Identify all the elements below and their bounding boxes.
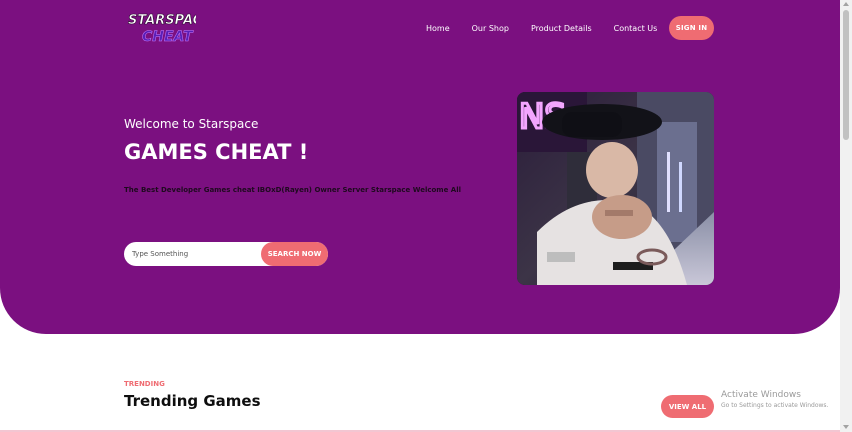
scroll-down-arrow-icon[interactable] [843, 425, 849, 429]
search-input[interactable] [132, 246, 260, 262]
scroll-thumb[interactable] [843, 10, 849, 140]
welcome-text: Welcome to Starspace [124, 117, 259, 131]
search-now-button[interactable]: SEARCH NOW [261, 242, 328, 266]
nav-contact-us[interactable]: Contact Us [614, 24, 658, 33]
hero-description: The Best Developer Games cheat IBOxD(Ray… [124, 186, 461, 194]
nav-home[interactable]: Home [426, 24, 450, 33]
activate-subtitle: Go to Settings to activate Windows. [721, 402, 829, 409]
hero-photo: NS [517, 92, 714, 285]
scroll-up-arrow-icon[interactable] [843, 2, 849, 6]
nav-our-shop[interactable]: Our Shop [472, 24, 509, 33]
hero-section: STARSPACE CHEAT Home Our Shop Product De… [0, 0, 840, 334]
svg-text:STARSPACE: STARSPACE [128, 13, 196, 28]
svg-text:CHEAT: CHEAT [142, 29, 194, 45]
search-form: SEARCH NOW [124, 242, 328, 266]
vertical-scrollbar[interactable] [840, 0, 852, 432]
main-nav: Home Our Shop Product Details Contact Us [410, 16, 679, 40]
nav-product-details[interactable]: Product Details [531, 24, 592, 33]
trending-label: TRENDING [124, 380, 165, 388]
hero-headline: GAMES CHEAT ! [124, 140, 309, 164]
sign-in-button[interactable]: SIGN IN [669, 16, 714, 40]
trending-title: Trending Games [124, 392, 261, 410]
activate-title: Activate Windows [721, 390, 801, 400]
view-all-button[interactable]: VIEW ALL [661, 395, 714, 418]
activate-windows-watermark: Activate Windows Go to Settings to activ… [721, 390, 828, 409]
starspace-logo-icon[interactable]: STARSPACE CHEAT [126, 8, 196, 46]
